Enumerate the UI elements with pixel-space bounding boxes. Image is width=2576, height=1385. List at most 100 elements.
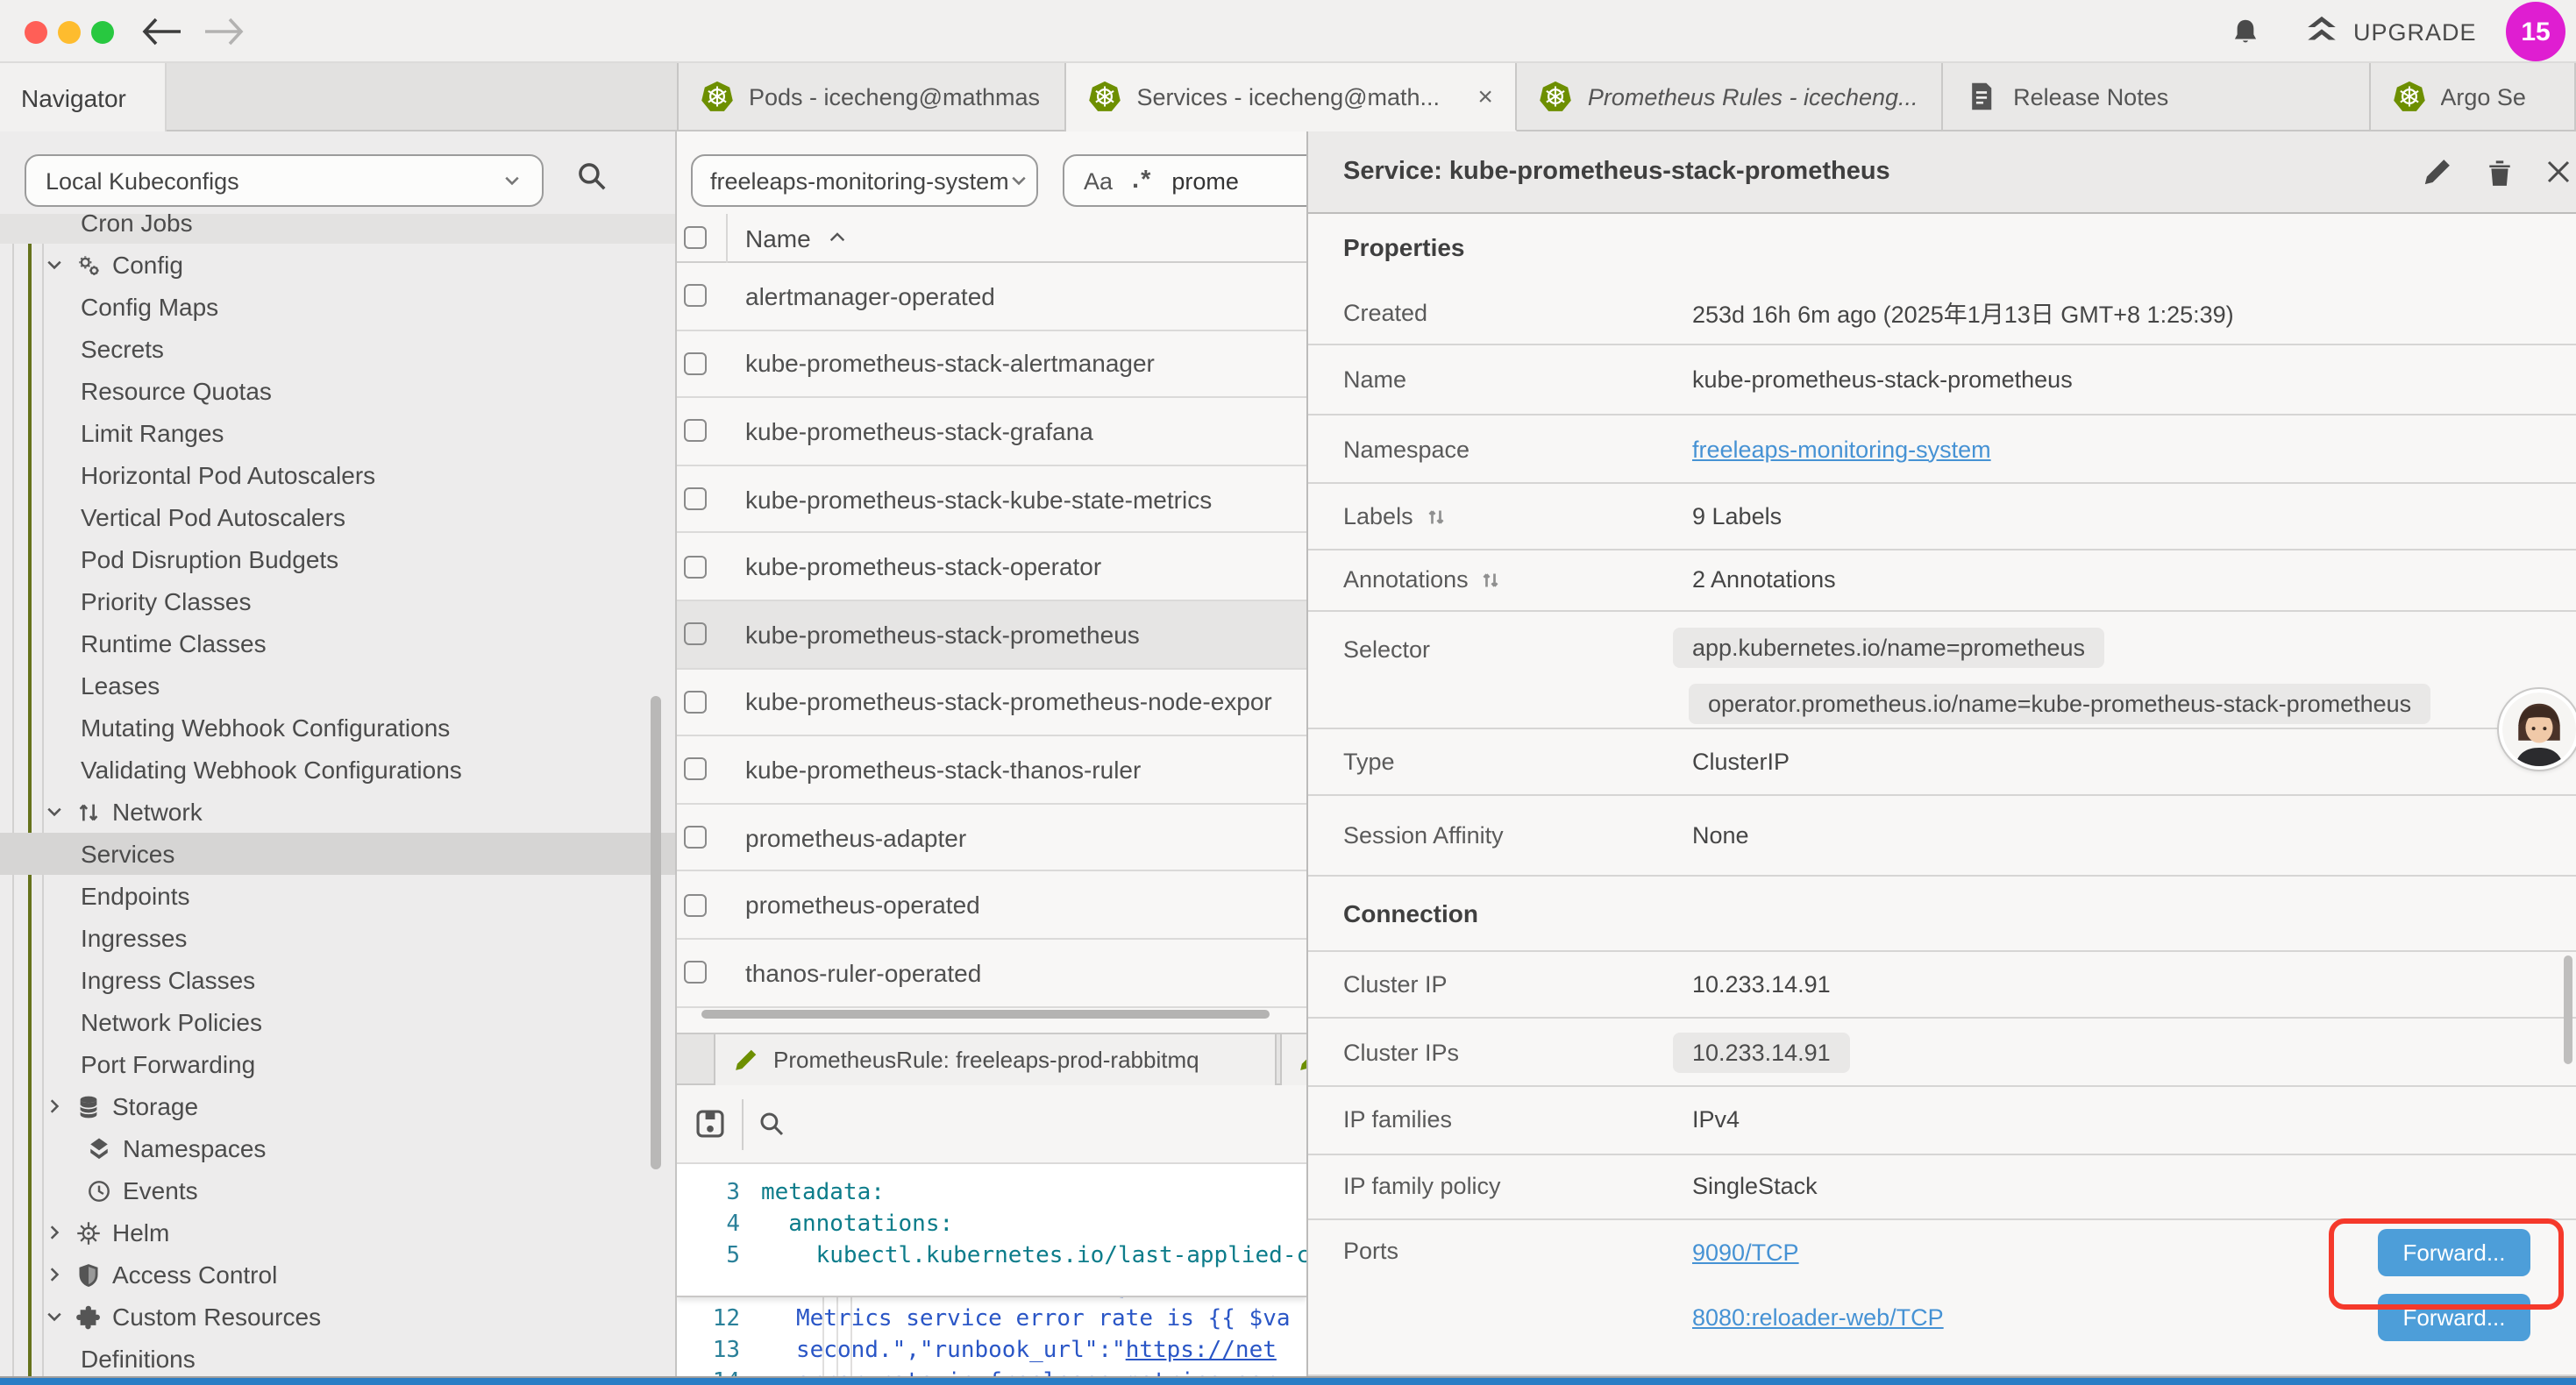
sidebar-item[interactable]: Definitions bbox=[0, 1338, 675, 1376]
traffic-light-close-icon[interactable] bbox=[25, 20, 47, 43]
row-checkbox[interactable] bbox=[684, 961, 707, 984]
sidebar-item[interactable]: Port Forwarding bbox=[0, 1043, 675, 1085]
sidebar-item[interactable]: Mutating Webhook Configurations bbox=[0, 707, 675, 749]
row-checkbox[interactable] bbox=[684, 758, 707, 781]
sidebar-item[interactable]: Access Control bbox=[0, 1254, 675, 1296]
user-avatar[interactable] bbox=[2499, 689, 2576, 770]
app-tab[interactable]: Release Notes bbox=[1943, 63, 2370, 131]
sidebar-item[interactable]: Horizontal Pod Autoscalers bbox=[0, 454, 675, 496]
sidebar-item[interactable]: Leases bbox=[0, 664, 675, 707]
sidebar-search-icon[interactable] bbox=[575, 160, 608, 193]
sidebar-item[interactable]: Ingress Classes bbox=[0, 959, 675, 1001]
name-column-header[interactable]: Name bbox=[745, 224, 811, 252]
sidebar-item[interactable]: Namespaces bbox=[0, 1127, 675, 1169]
port-9090-link[interactable]: 9090/TCP bbox=[1692, 1239, 1799, 1266]
edit-pencil-icon[interactable] bbox=[2422, 158, 2451, 188]
chevron-icon[interactable] bbox=[44, 254, 65, 275]
sort-updown-icon[interactable] bbox=[1426, 506, 1447, 527]
row-checkbox[interactable] bbox=[684, 623, 707, 646]
chevron-icon[interactable] bbox=[44, 1306, 65, 1327]
row-checkbox[interactable] bbox=[684, 420, 707, 443]
annotations-value[interactable]: 2 Annotations bbox=[1692, 567, 1836, 593]
navigator-panel-tab[interactable]: Navigator bbox=[0, 63, 167, 131]
sidebar-item[interactable]: Limit Ranges bbox=[0, 412, 675, 454]
upgrade-button[interactable]: UPGRADE bbox=[2304, 14, 2477, 49]
row-checkbox[interactable] bbox=[684, 893, 707, 916]
row-checkbox[interactable] bbox=[684, 826, 707, 849]
traffic-light-zoom-icon[interactable] bbox=[91, 20, 114, 43]
runbook-url-link[interactable]: https://net bbox=[1126, 1338, 1277, 1364]
sidebar-item[interactable]: Storage bbox=[0, 1085, 675, 1127]
notifications-bell-icon[interactable] bbox=[2231, 16, 2260, 49]
chevron-icon[interactable] bbox=[44, 1264, 65, 1285]
namespace-filter-select[interactable]: freeleaps-monitoring-system bbox=[691, 154, 1038, 207]
app-tab[interactable]: Prometheus Rules - icecheng... bbox=[1518, 63, 1943, 131]
row-checkbox[interactable] bbox=[684, 352, 707, 375]
sidebar-item[interactable]: Events bbox=[0, 1169, 675, 1211]
table-row[interactable]: kube-prometheus-stack-prometheus bbox=[677, 601, 1306, 669]
sidebar-item[interactable]: Custom Resources bbox=[0, 1296, 675, 1338]
sort-ascending-icon[interactable] bbox=[827, 226, 850, 249]
save-icon[interactable] bbox=[694, 1108, 726, 1140]
table-row[interactable]: kube-prometheus-stack-alertmanager bbox=[677, 330, 1306, 398]
sort-updown-icon[interactable] bbox=[1481, 570, 1502, 591]
table-row[interactable]: prometheus-adapter bbox=[677, 805, 1306, 872]
match-case-icon[interactable]: Aa bbox=[1084, 167, 1113, 194]
sidebar-item[interactable]: Network Policies bbox=[0, 1001, 675, 1043]
labels-value[interactable]: 9 Labels bbox=[1692, 503, 1782, 529]
table-row[interactable]: kube-prometheus-stack-prometheus-node-ex… bbox=[677, 669, 1306, 736]
sidebar-scrollbar[interactable] bbox=[651, 696, 661, 1169]
table-row[interactable]: alertmanager-operated bbox=[677, 263, 1306, 330]
sidebar-item[interactable]: Network bbox=[0, 791, 675, 833]
drawer-scrollbar[interactable] bbox=[2564, 955, 2572, 1064]
row-checkbox[interactable] bbox=[684, 691, 707, 714]
editor-tab[interactable]: PrometheusRule: freeleaps-prod-rabbitmq bbox=[714, 1034, 1277, 1085]
sidebar-item[interactable]: Resource Quotas bbox=[0, 370, 675, 412]
table-row[interactable]: kube-prometheus-stack-kube-state-metrics bbox=[677, 466, 1306, 534]
editor-tab-partial[interactable] bbox=[1280, 1034, 1306, 1085]
yaml-editor[interactable]: 110","for":"1m","labels":{"service":"f 1… bbox=[677, 1297, 1306, 1376]
table-row[interactable]: kube-prometheus-stack-operator bbox=[677, 534, 1306, 601]
sidebar-item[interactable]: Cron Jobs bbox=[0, 214, 675, 244]
row-checkbox[interactable] bbox=[684, 487, 707, 510]
regex-icon[interactable]: .* bbox=[1132, 167, 1152, 195]
editor-search-icon[interactable] bbox=[758, 1110, 786, 1138]
sidebar-item[interactable]: Runtime Classes bbox=[0, 622, 675, 664]
port-8080-link[interactable]: 8080:reloader-web/TCP bbox=[1692, 1304, 1944, 1331]
notification-count-badge[interactable]: 15 bbox=[2506, 2, 2565, 61]
namespace-link[interactable]: freeleaps-monitoring-system bbox=[1692, 436, 1991, 462]
select-all-checkbox[interactable] bbox=[684, 226, 707, 249]
row-checkbox[interactable] bbox=[684, 285, 707, 308]
chevron-icon[interactable] bbox=[44, 801, 65, 822]
app-tab[interactable]: Services - icecheng@math... × bbox=[1067, 63, 1518, 131]
resource-search-input[interactable]: Aa .* prome bbox=[1063, 154, 1306, 207]
back-arrow-icon[interactable] bbox=[140, 16, 186, 47]
sidebar-item[interactable]: Helm bbox=[0, 1211, 675, 1254]
sidebar-item[interactable]: Priority Classes bbox=[0, 580, 675, 622]
forward-arrow-icon[interactable] bbox=[200, 16, 246, 47]
kubeconfig-selector[interactable]: Local Kubeconfigs bbox=[25, 154, 544, 207]
sidebar-item[interactable]: Secrets bbox=[0, 328, 675, 370]
row-checkbox[interactable] bbox=[684, 555, 707, 578]
traffic-light-minimize-icon[interactable] bbox=[58, 20, 81, 43]
app-tab[interactable]: Pods - icecheng@mathmas... bbox=[679, 63, 1067, 131]
sidebar-item[interactable]: Ingresses bbox=[0, 917, 675, 959]
sidebar-item[interactable]: Config bbox=[0, 244, 675, 286]
app-tab[interactable]: Argo Se bbox=[2370, 63, 2576, 131]
sidebar-item[interactable]: Validating Webhook Configurations bbox=[0, 749, 675, 791]
chevron-icon[interactable] bbox=[44, 1096, 65, 1117]
sidebar-item[interactable]: Services bbox=[0, 833, 675, 875]
sidebar-item[interactable]: Pod Disruption Budgets bbox=[0, 538, 675, 580]
tab-close-icon[interactable]: × bbox=[1477, 83, 1493, 110]
table-row[interactable]: kube-prometheus-stack-grafana bbox=[677, 398, 1306, 465]
sidebar-item[interactable]: Config Maps bbox=[0, 286, 675, 328]
table-row[interactable]: kube-prometheus-stack-thanos-ruler bbox=[677, 736, 1306, 804]
delete-trash-icon[interactable] bbox=[2485, 158, 2515, 188]
close-drawer-icon[interactable] bbox=[2544, 158, 2572, 186]
table-row[interactable]: thanos-ruler-operated bbox=[677, 940, 1306, 1007]
table-row[interactable]: prometheus-operated bbox=[677, 872, 1306, 940]
sidebar-item[interactable]: Endpoints bbox=[0, 875, 675, 917]
sidebar-item[interactable]: Vertical Pod Autoscalers bbox=[0, 496, 675, 538]
chevron-icon[interactable] bbox=[44, 1222, 65, 1243]
horizontal-scrollbar[interactable] bbox=[701, 1010, 1270, 1019]
